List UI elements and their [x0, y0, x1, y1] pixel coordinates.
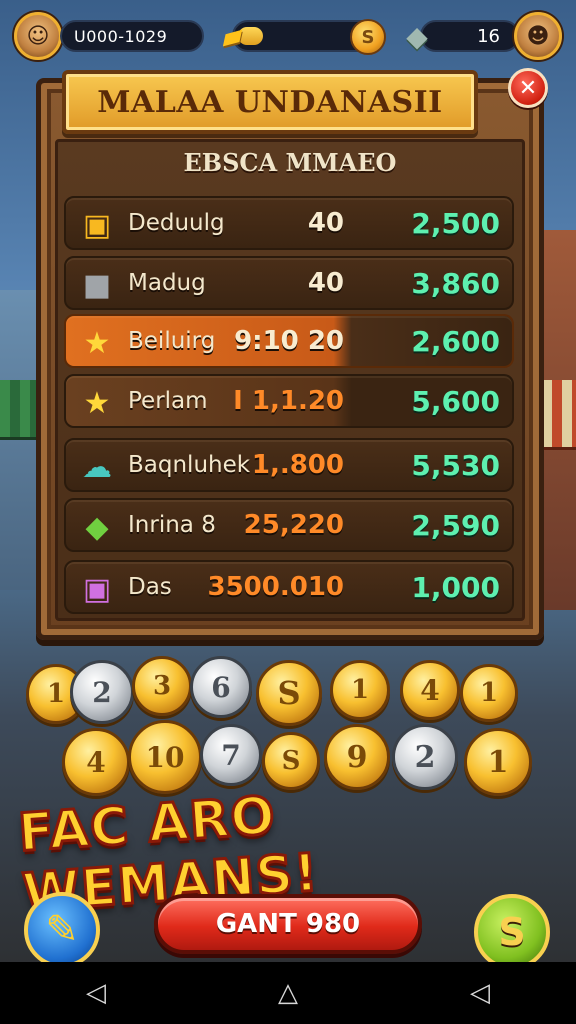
coin: 4 [400, 660, 460, 720]
reward-row[interactable]: ■ Madug 40 3,860 [64, 256, 514, 310]
reward-amount: 40 [307, 208, 344, 238]
cloud-gem-icon: ☁ [82, 449, 112, 485]
coin-symbol: S [361, 26, 375, 48]
reward-row-highlighted[interactable]: ★ Beiluirg 9:10 20 2,600 [64, 314, 514, 368]
reward-name: Perlam [128, 388, 208, 414]
coin: 7 [200, 724, 262, 786]
reward-name: Inrina 8 [128, 512, 216, 538]
reward-name: Baqnluhek [128, 452, 251, 478]
coin: 6 [190, 656, 252, 718]
reward-name: Deduulg [128, 210, 225, 236]
reward-row[interactable]: ▣ Das 3500.010 1,000 [64, 560, 514, 614]
reward-row[interactable]: ◆ Inrina 8 25,220 2,590 [64, 498, 514, 552]
close-icon: ✕ [518, 75, 538, 101]
stone-block-icon: ■ [82, 267, 112, 303]
reward-value: 3,860 [411, 266, 500, 300]
coin-shop-button[interactable]: S [474, 894, 550, 970]
present-icon: ▣ [82, 571, 112, 607]
star-icon: ★ [83, 385, 111, 421]
edit-button[interactable]: ✎ [24, 892, 100, 968]
reward-amount: 1,.800 [251, 450, 344, 480]
gift-box-icon: ▣ [82, 207, 112, 243]
reward-value: 1,000 [411, 570, 500, 604]
coin-add-button[interactable]: S [350, 19, 386, 55]
reward-value: 5,600 [411, 384, 500, 418]
nav-home-button[interactable]: △ [258, 968, 318, 1018]
promo-banner-text: FAC ARO WEMANS! [15, 784, 322, 925]
coin: 4 [62, 728, 130, 796]
reward-row[interactable]: ▣ Deduulg 40 2,500 [64, 196, 514, 250]
opponent-avatar[interactable]: ☻ [514, 12, 562, 60]
system-navigation-bar: ◁ △ ◁ [0, 962, 576, 1024]
coin-shop-symbol: S [498, 910, 526, 954]
reward-name: Das [128, 574, 172, 600]
player-avatar[interactable]: ☺ [14, 12, 62, 60]
gem-count: 16 [477, 25, 500, 47]
reward-row[interactable]: ★ Perlam I 1,1.20 5,600 [64, 374, 514, 428]
back-icon: ◁ [86, 978, 106, 1008]
score-display: U000-1029 [60, 20, 204, 52]
reward-row[interactable]: ☁ Baqnluhek 1,.800 5,530 [64, 438, 514, 492]
coin: 2 [70, 660, 134, 724]
top-hud: ☺ U000-1029 ▰ S 16 ◆ ☻ [0, 8, 576, 60]
coin: S [256, 660, 322, 726]
coin: 10 [128, 720, 202, 794]
reward-amount: 40 [307, 268, 344, 298]
coin: 3 [132, 656, 192, 716]
score-text: U000-1029 [74, 26, 168, 46]
background-building-left [0, 290, 40, 590]
coin: 1 [460, 664, 518, 722]
reward-value: 5,530 [411, 448, 500, 482]
close-button[interactable]: ✕ [508, 68, 548, 108]
recent-icon: ◁ [470, 978, 490, 1008]
pencil-icon: ✎ [45, 907, 79, 953]
panel-title: MALAA UNDANASII [97, 84, 443, 120]
reward-amount: 25,220 [243, 510, 344, 540]
gem-icon: ◆ [406, 19, 428, 53]
reward-amount: 9:10 20 [234, 326, 344, 356]
reward-amount: I 1,1.20 [233, 386, 344, 416]
reward-value: 2,590 [411, 508, 500, 542]
reward-name: Beiluirg [128, 328, 216, 354]
star-icon: ★ [83, 325, 111, 361]
collect-button-label: GANT 980 [215, 909, 361, 939]
reward-amount: 3500.010 [207, 572, 344, 602]
reward-value: 2,600 [411, 324, 500, 358]
nav-back-button[interactable]: ◁ [66, 968, 126, 1018]
home-icon: △ [278, 978, 298, 1008]
reward-name: Madug [128, 270, 206, 296]
collect-button[interactable]: GANT 980 [154, 894, 422, 954]
green-gem-icon: ◆ [85, 509, 109, 545]
gem-counter: 16 [420, 20, 520, 52]
nav-recent-button[interactable]: ◁ [450, 968, 510, 1018]
coin: S [262, 732, 320, 790]
panel-title-banner: MALAA UNDANASII [62, 70, 478, 134]
coin: 1 [330, 660, 390, 720]
panel-subtitle: EBSCA MMAEO [183, 147, 397, 177]
reward-value: 2,500 [411, 206, 500, 240]
